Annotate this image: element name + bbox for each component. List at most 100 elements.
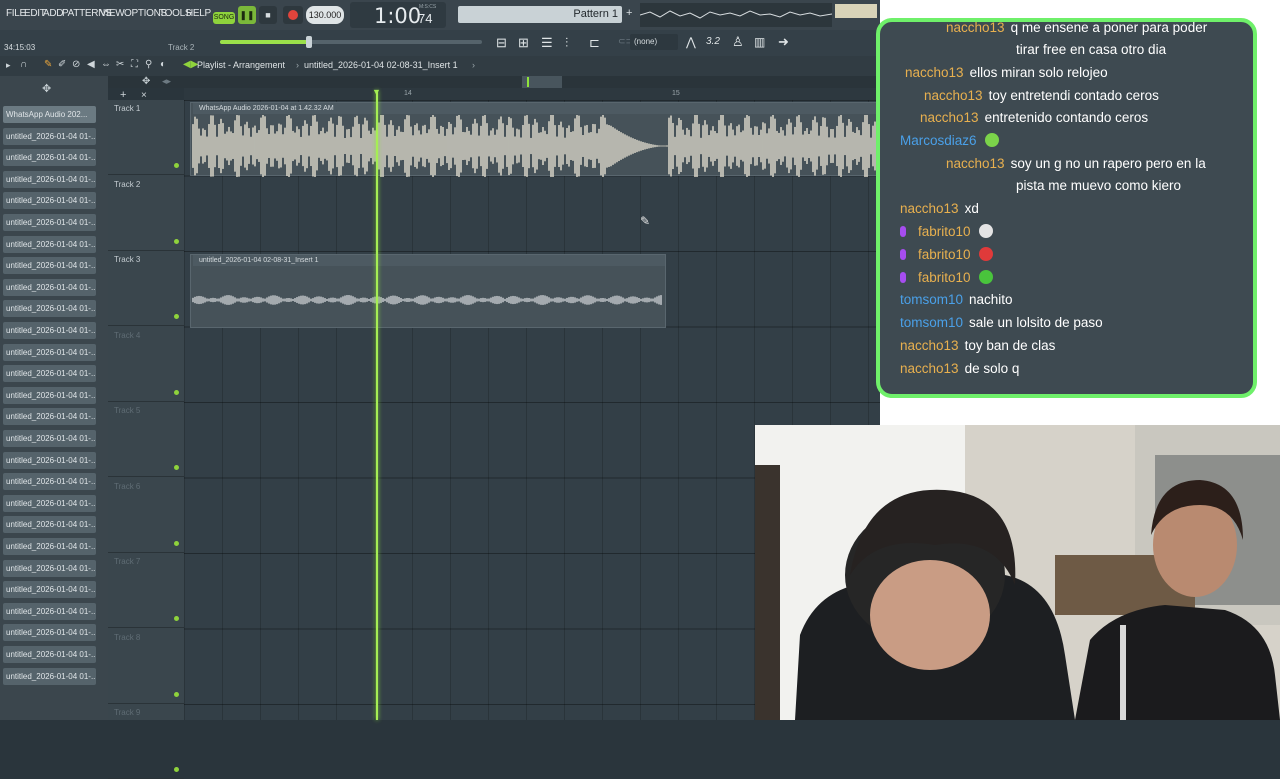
arrow-right-icon[interactable]: ➜ — [778, 34, 789, 50]
track-header[interactable]: Track 6 — [108, 478, 184, 553]
browser-item[interactable]: untitled_2026-01-04 01-... — [3, 192, 96, 210]
audio-clip-track3[interactable]: untitled_2026-01-04 02-08-31_Insert 1 — [190, 254, 666, 328]
browser-item[interactable]: untitled_2026-01-04 01-... — [3, 127, 96, 145]
track-active-led[interactable] — [174, 767, 179, 772]
menu-arrow-icon[interactable]: ▸ — [6, 60, 11, 71]
chat-username[interactable]: naccho13 — [924, 88, 983, 103]
chat-username[interactable]: naccho13 — [946, 156, 1005, 171]
browser-item[interactable]: untitled_2026-01-04 01-... — [3, 494, 96, 512]
browser-item[interactable]: untitled_2026-01-04 01-... — [3, 214, 96, 231]
timeline-ruler[interactable]: 14 15 ▼ — [184, 87, 880, 100]
browser-item[interactable]: untitled_2026-01-04 01-... — [3, 278, 96, 296]
mute-tool-icon[interactable]: ◀ — [87, 59, 95, 70]
time-display[interactable]: 1:00 74 M:S:CS — [350, 2, 446, 28]
browser-item[interactable]: untitled_2026-01-04 01-... — [3, 473, 96, 491]
browser-item[interactable]: untitled_2026-01-04 01-... — [3, 538, 96, 555]
menu-view[interactable]: VIEW — [100, 8, 125, 19]
delete-tool-icon[interactable]: ⊘ — [72, 59, 80, 70]
playhead[interactable] — [376, 90, 378, 720]
browser-item[interactable]: untitled_2026-01-04 01-... — [3, 365, 96, 383]
snap-value[interactable]: 3.2 — [706, 36, 720, 47]
chat-username[interactable]: tomsom10 — [900, 292, 963, 307]
paint-tool-icon[interactable]: ✐ — [58, 59, 66, 70]
chat-username[interactable]: fabrito10 — [918, 224, 971, 239]
magnet-icon[interactable]: ∩ — [20, 59, 27, 70]
piano-roll-icon[interactable]: ⊞ — [518, 35, 529, 51]
chat-username[interactable]: naccho13 — [900, 361, 959, 376]
browser-item[interactable]: untitled_2026-01-04 01-... — [3, 646, 96, 663]
browser-item[interactable]: untitled_2026-01-04 01-... — [3, 149, 96, 167]
wait-record-icon[interactable]: ♙ — [732, 34, 744, 50]
browser-item[interactable]: untitled_2026-01-04 01-... — [3, 667, 96, 685]
menu-add[interactable]: ADD — [43, 8, 64, 19]
track-header[interactable]: Track 9 — [108, 704, 184, 779]
browser-item[interactable]: untitled_2026-01-04 01-... — [3, 516, 96, 534]
chat-username[interactable]: naccho13 — [900, 201, 959, 216]
browser-item[interactable]: untitled_2026-01-04 01-... — [3, 170, 96, 188]
pattern-selector[interactable]: Pattern 1 — [458, 6, 622, 23]
track-active-led[interactable] — [174, 163, 179, 168]
browser-icon[interactable]: ⊏ — [589, 35, 600, 51]
draw-tool-icon[interactable]: ✎ — [44, 59, 52, 70]
master-volume-handle[interactable] — [306, 36, 312, 48]
track-active-led[interactable] — [174, 465, 179, 470]
browser-item[interactable]: untitled_2026-01-04 01-... — [3, 343, 96, 361]
track-header[interactable]: Track 5 — [108, 402, 184, 477]
track-header[interactable]: Track 4 — [108, 327, 184, 402]
keyboard-icon[interactable]: ▥ — [754, 35, 765, 49]
browser-item[interactable]: untitled_2026-01-04 01-... — [3, 602, 96, 620]
track-active-led[interactable] — [174, 616, 179, 621]
snap-selector[interactable]: (none) — [630, 34, 678, 50]
song-mode-button[interactable]: SONG — [213, 12, 235, 24]
track-active-led[interactable] — [174, 238, 179, 244]
track-header[interactable]: Track 3 — [108, 251, 184, 326]
chat-username[interactable]: fabrito10 — [918, 270, 971, 285]
menu-help[interactable]: HELP — [186, 8, 211, 19]
browser-item-selected[interactable]: WhatsApp Audio 202... — [3, 106, 96, 123]
master-volume-track[interactable] — [220, 36, 482, 48]
browser-item[interactable]: untitled_2026-01-04 01-... — [3, 559, 96, 577]
track-active-led[interactable] — [174, 691, 179, 697]
browser-item[interactable]: untitled_2026-01-04 01-... — [3, 451, 96, 469]
pause-button[interactable]: ❚❚ — [238, 6, 256, 24]
chat-username[interactable]: fabrito10 — [918, 247, 971, 262]
chat-username[interactable]: naccho13 — [900, 338, 959, 353]
mixer-icon[interactable]: ⫶ — [565, 35, 568, 51]
chat-username[interactable]: Marcosdiaz6 — [900, 133, 977, 148]
track-header[interactable]: Track 8 — [108, 629, 184, 704]
track-header[interactable]: Track 2 — [108, 176, 184, 251]
audio-clip-track1[interactable]: WhatsApp Audio 2026-01-04 at 1.42.32 AM — [190, 102, 880, 177]
slice-tool-icon[interactable]: ✂ — [116, 59, 124, 70]
metronome-icon[interactable]: ⋀ — [686, 35, 696, 49]
browser-item[interactable]: untitled_2026-01-04 01-... — [3, 386, 96, 404]
select-tool-icon[interactable]: ⛶ — [131, 59, 138, 70]
menu-file[interactable]: FILE — [6, 8, 26, 19]
browser-item[interactable]: untitled_2026-01-04 01-... — [3, 300, 96, 318]
stop-button[interactable]: ■ — [259, 6, 277, 24]
playback-tool-icon[interactable]: ◐ — [160, 59, 166, 70]
zoom-tool-icon[interactable]: ⚲ — [145, 59, 152, 70]
track-header[interactable]: Track 1 — [108, 100, 184, 175]
track-header[interactable]: Track 7 — [108, 553, 184, 628]
browser-item[interactable]: untitled_2026-01-04 01-... — [3, 408, 96, 426]
slip-tool-icon[interactable]: ⇔ — [101, 59, 111, 70]
track-active-led[interactable] — [174, 314, 179, 319]
browser-item[interactable]: untitled_2026-01-04 01-... — [3, 430, 96, 447]
playlist-icon[interactable]: ⊟ — [496, 35, 507, 51]
overview-bar[interactable]: ✥ ◂▸ — [108, 76, 880, 88]
channel-rack-icon[interactable]: ☰ — [541, 35, 553, 51]
browser-item[interactable]: untitled_2026-01-04 01-... — [3, 235, 96, 253]
chat-username[interactable]: naccho13 — [920, 110, 979, 125]
record-button[interactable] — [283, 6, 303, 24]
tempo-display[interactable]: 130.000 — [306, 6, 344, 24]
chat-username[interactable]: tomsom10 — [900, 315, 963, 330]
browser-item[interactable]: untitled_2026-01-04 01-... — [3, 322, 96, 339]
chat-username[interactable]: naccho13 — [946, 22, 1005, 35]
track-active-led[interactable] — [174, 540, 179, 546]
browser-item[interactable]: untitled_2026-01-04 01-... — [3, 624, 96, 642]
scroll-left-icon[interactable]: ◂▸ — [162, 76, 171, 87]
track-active-led[interactable] — [174, 389, 179, 395]
browser-item[interactable]: untitled_2026-01-04 01-... — [3, 257, 96, 275]
browser-move-icon[interactable]: ✥ — [42, 82, 51, 95]
browser-item[interactable]: untitled_2026-01-04 01-... — [3, 581, 96, 599]
